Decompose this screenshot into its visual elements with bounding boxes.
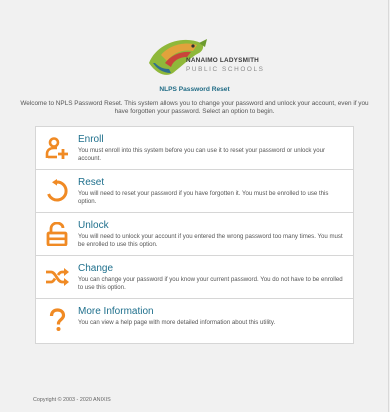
page-title: NLPS Password Reset [159,86,230,93]
menu-item-title: Change [78,263,114,274]
options-menu: Enroll You must enroll into this system … [35,126,354,344]
menu-item-title: Enroll [78,134,104,145]
menu-item-description: You will need to reset your password if … [78,190,329,205]
menu-item-enroll[interactable]: Enroll You must enroll into this system … [36,127,353,170]
menu-item-reset[interactable]: Reset You will need to reset your passwo… [36,170,353,213]
unlock-padlock-icon [46,222,68,246]
welcome-text: Welcome to NPLS Password Reset. This sys… [20,100,369,116]
menu-item-title: Reset [78,177,105,188]
logo-text-line1: NANAIMO LADYSMITH [186,57,259,64]
copyright-text: Copyright © 2003 - 2020 ANIXIS [33,397,111,403]
menu-item-title: Unlock [78,220,109,231]
menu-item-description: You can change your password if you know… [78,276,343,291]
reset-arrow-icon [47,179,68,202]
menu-item-title: More Information [78,306,154,317]
menu-item-unlock[interactable]: Unlock You will need to unlock your acco… [36,213,353,256]
menu-item-change[interactable]: Change You can change your password if y… [36,256,353,299]
logo-text-line2: PUBLIC SCHOOLS [186,66,265,73]
page-frame: NANAIMO LADYSMITH PUBLIC SCHOOLS NLPS Pa… [0,0,389,412]
enroll-user-icon [45,137,68,159]
question-mark-icon [49,308,66,331]
menu-item-more-information[interactable]: More Information You can view a help pag… [36,299,353,343]
shuffle-arrows-icon [46,268,69,286]
menu-item-description: You must enroll into this system before … [78,147,326,162]
menu-item-description: You will need to unlock your account if … [78,233,343,248]
menu-item-description: You can view a help page with more detai… [78,319,276,326]
